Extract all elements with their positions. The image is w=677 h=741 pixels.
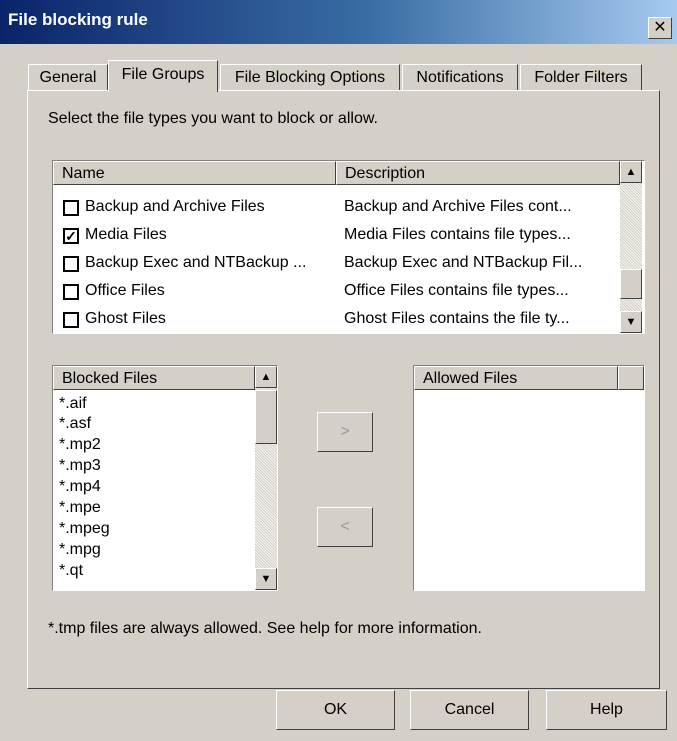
tab-file-blocking-options[interactable]: File Blocking Options	[220, 64, 400, 91]
file-blocking-rule-dialog: File blocking rule ✕ General File Groups…	[0, 0, 677, 741]
blocked-file-item[interactable]: *.aif	[59, 394, 87, 414]
checkbox-checked[interactable]: ✓	[63, 228, 79, 244]
tab-file-groups[interactable]: File Groups	[108, 60, 218, 92]
help-button[interactable]: Help	[546, 690, 667, 730]
instruction-text: Select the file types you want to block …	[48, 110, 378, 127]
tab-general[interactable]: General	[28, 64, 108, 91]
group-description: Ghost Files contains the file ty...	[344, 310, 570, 327]
list-item[interactable]: ✓ Media Files Media Files contains file …	[53, 221, 620, 249]
allowed-files-list[interactable]: Allowed Files	[413, 365, 645, 591]
allowed-files-header-filler	[618, 366, 644, 390]
blocked-file-item[interactable]: *.mp3	[59, 456, 101, 476]
blocked-files-header[interactable]: Blocked Files	[53, 366, 255, 390]
group-description: Office Files contains file types...	[344, 282, 569, 299]
blocked-file-item[interactable]: *.mp2	[59, 435, 101, 455]
scroll-down-button[interactable]: ▼	[620, 311, 642, 333]
column-header-name[interactable]: Name	[53, 161, 336, 185]
file-groups-list[interactable]: Name Description ▲ ▼ Backup and Archive …	[52, 160, 645, 334]
close-button[interactable]: ✕	[648, 17, 672, 39]
column-header-description[interactable]: Description	[336, 161, 620, 185]
list-item[interactable]: Backup Exec and NTBackup ... Backup Exec…	[53, 249, 620, 277]
group-name: Office Files	[85, 282, 165, 299]
list-item[interactable]: Office Files Office Files contains file …	[53, 277, 620, 305]
blocked-file-item[interactable]: *.qt	[59, 561, 83, 581]
blocked-files-scrollbar[interactable]: ▲ ▼	[255, 366, 277, 590]
ok-button[interactable]: OK	[276, 690, 395, 730]
blocked-file-item[interactable]: *.mpg	[59, 540, 101, 560]
group-description: Backup and Archive Files cont...	[344, 198, 572, 215]
scroll-up-button[interactable]: ▲	[255, 366, 277, 388]
group-description: Backup Exec and NTBackup Fil...	[344, 254, 583, 271]
tab-folder-filters[interactable]: Folder Filters	[520, 64, 642, 91]
list-item[interactable]: Backup and Archive Files Backup and Arch…	[53, 193, 620, 221]
checkbox[interactable]	[63, 284, 79, 300]
cancel-button[interactable]: Cancel	[410, 690, 529, 730]
scroll-down-button[interactable]: ▼	[255, 568, 277, 590]
group-name: Media Files	[85, 226, 167, 243]
allowed-files-header[interactable]: Allowed Files	[414, 366, 618, 390]
blocked-file-item[interactable]: *.mpeg	[59, 519, 110, 539]
scroll-up-button[interactable]: ▲	[620, 161, 642, 183]
group-description: Media Files contains file types...	[344, 226, 571, 243]
tab-notifications[interactable]: Notifications	[402, 64, 518, 91]
blocked-file-item[interactable]: *.mp4	[59, 477, 101, 497]
window-title: File blocking rule	[8, 10, 148, 29]
checkbox[interactable]	[63, 312, 79, 328]
list-item[interactable]: Ghost Files Ghost Files contains the fil…	[53, 305, 620, 333]
scroll-thumb[interactable]	[620, 269, 642, 299]
group-name: Ghost Files	[85, 310, 166, 327]
blocked-file-item[interactable]: *.mpe	[59, 498, 101, 518]
tmp-files-note: *.tmp files are always allowed. See help…	[48, 620, 482, 637]
group-name: Backup Exec and NTBackup ...	[85, 254, 307, 271]
group-name: Backup and Archive Files	[85, 198, 265, 215]
blocked-file-item[interactable]: *.asf	[59, 414, 91, 434]
scroll-thumb[interactable]	[255, 390, 277, 444]
checkbox[interactable]	[63, 256, 79, 272]
move-to-allowed-button[interactable]: >	[317, 412, 373, 452]
move-to-blocked-button[interactable]: <	[317, 507, 373, 547]
groups-scrollbar[interactable]: ▲ ▼	[620, 161, 642, 333]
title-bar[interactable]: File blocking rule ✕	[0, 0, 677, 44]
blocked-files-list[interactable]: Blocked Files ▲ ▼ *.aif *.asf *.mp2 *.mp…	[52, 365, 278, 591]
checkbox[interactable]	[63, 200, 79, 216]
